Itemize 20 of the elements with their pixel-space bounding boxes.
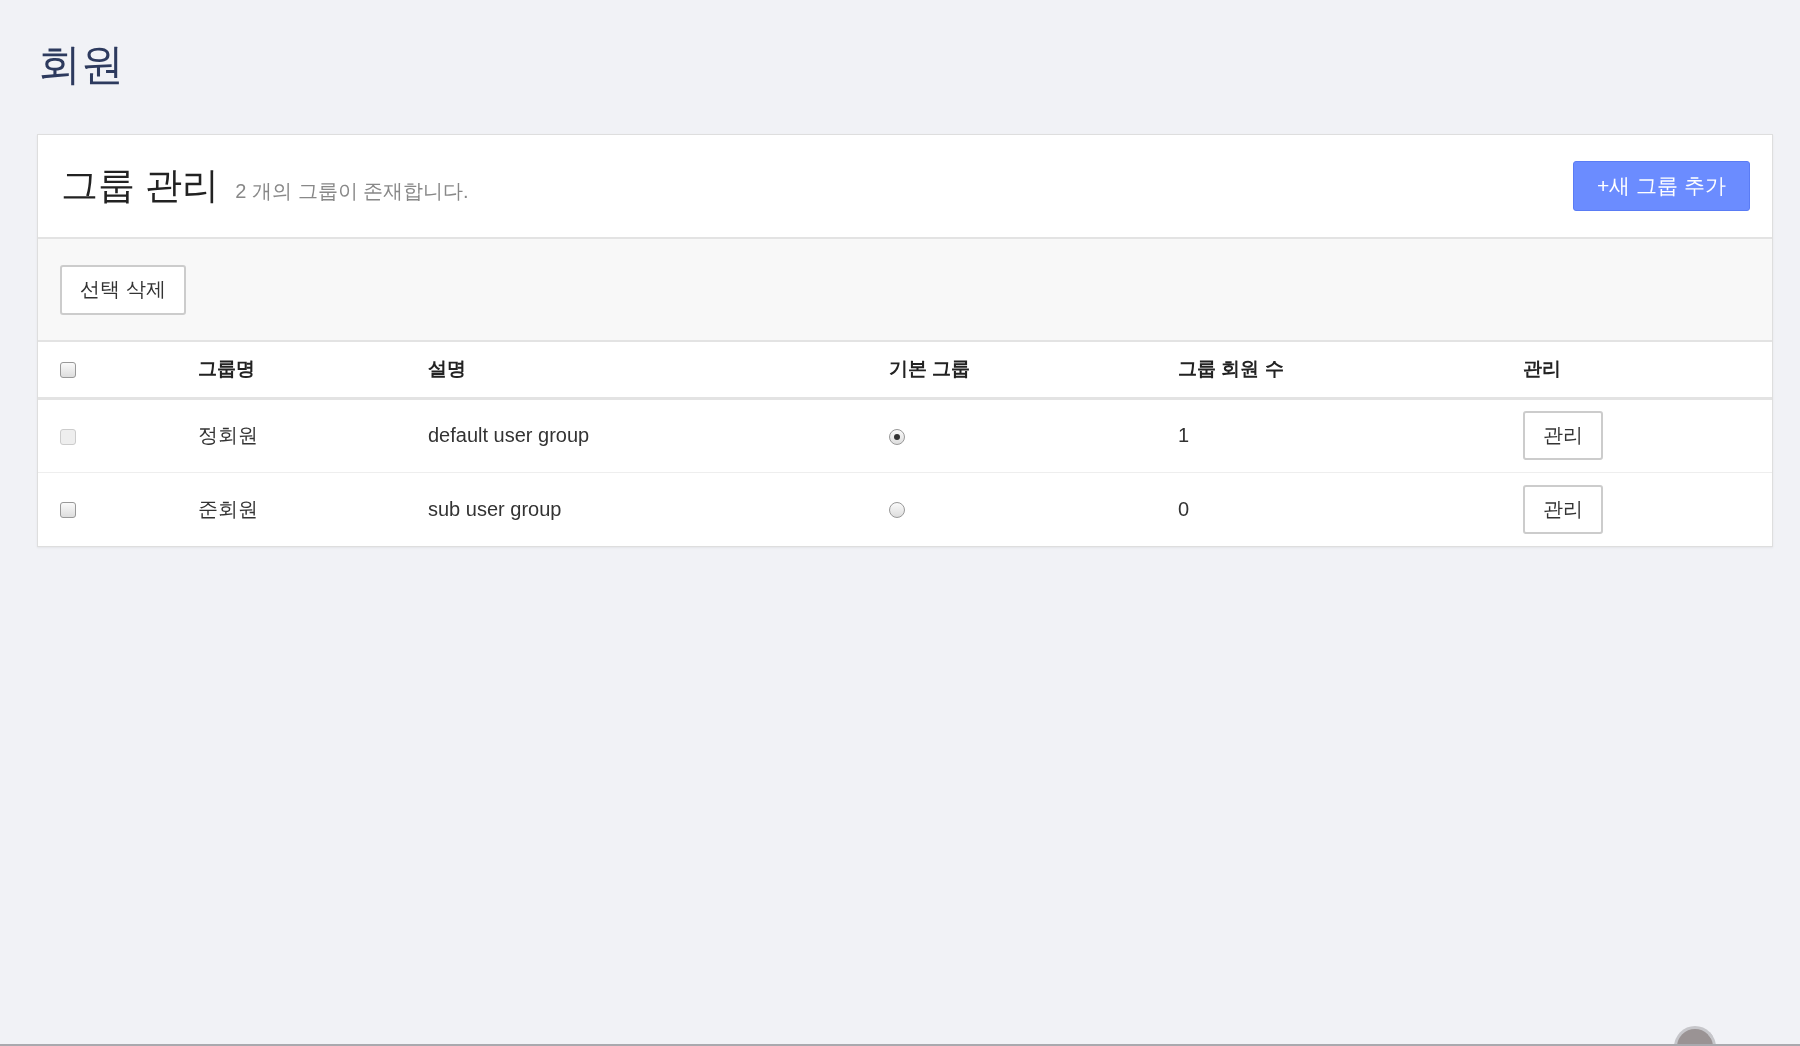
member-count: 1 (1178, 424, 1190, 446)
manage-button[interactable]: 관리 (1523, 484, 1603, 534)
default-group-radio[interactable] (889, 502, 905, 519)
column-header: 그룹명 (198, 358, 255, 380)
select-all-checkbox[interactable] (60, 362, 76, 379)
panel-title: 그룹 관리 (61, 164, 220, 208)
column-header: 그룹 회원 수 (1178, 358, 1284, 380)
group-name: 정회원 (198, 424, 258, 446)
column-header: 관리 (1523, 358, 1561, 380)
row-checkbox[interactable] (60, 502, 76, 519)
column-header: 설명 (428, 358, 466, 380)
page-title: 회원 (38, 39, 124, 90)
group-description: default user group (428, 424, 590, 446)
member-count: 0 (1178, 497, 1190, 520)
delete-selected-button[interactable]: 선택 삭제 (60, 264, 186, 315)
group-description: sub user group (428, 497, 562, 520)
group-name: 준회원 (198, 497, 258, 520)
column-header: 기본 그룹 (889, 358, 971, 380)
group-count-text: 2 개의 그룹이 존재합니다. (235, 179, 469, 204)
floating-button[interactable] (1674, 1026, 1716, 1044)
